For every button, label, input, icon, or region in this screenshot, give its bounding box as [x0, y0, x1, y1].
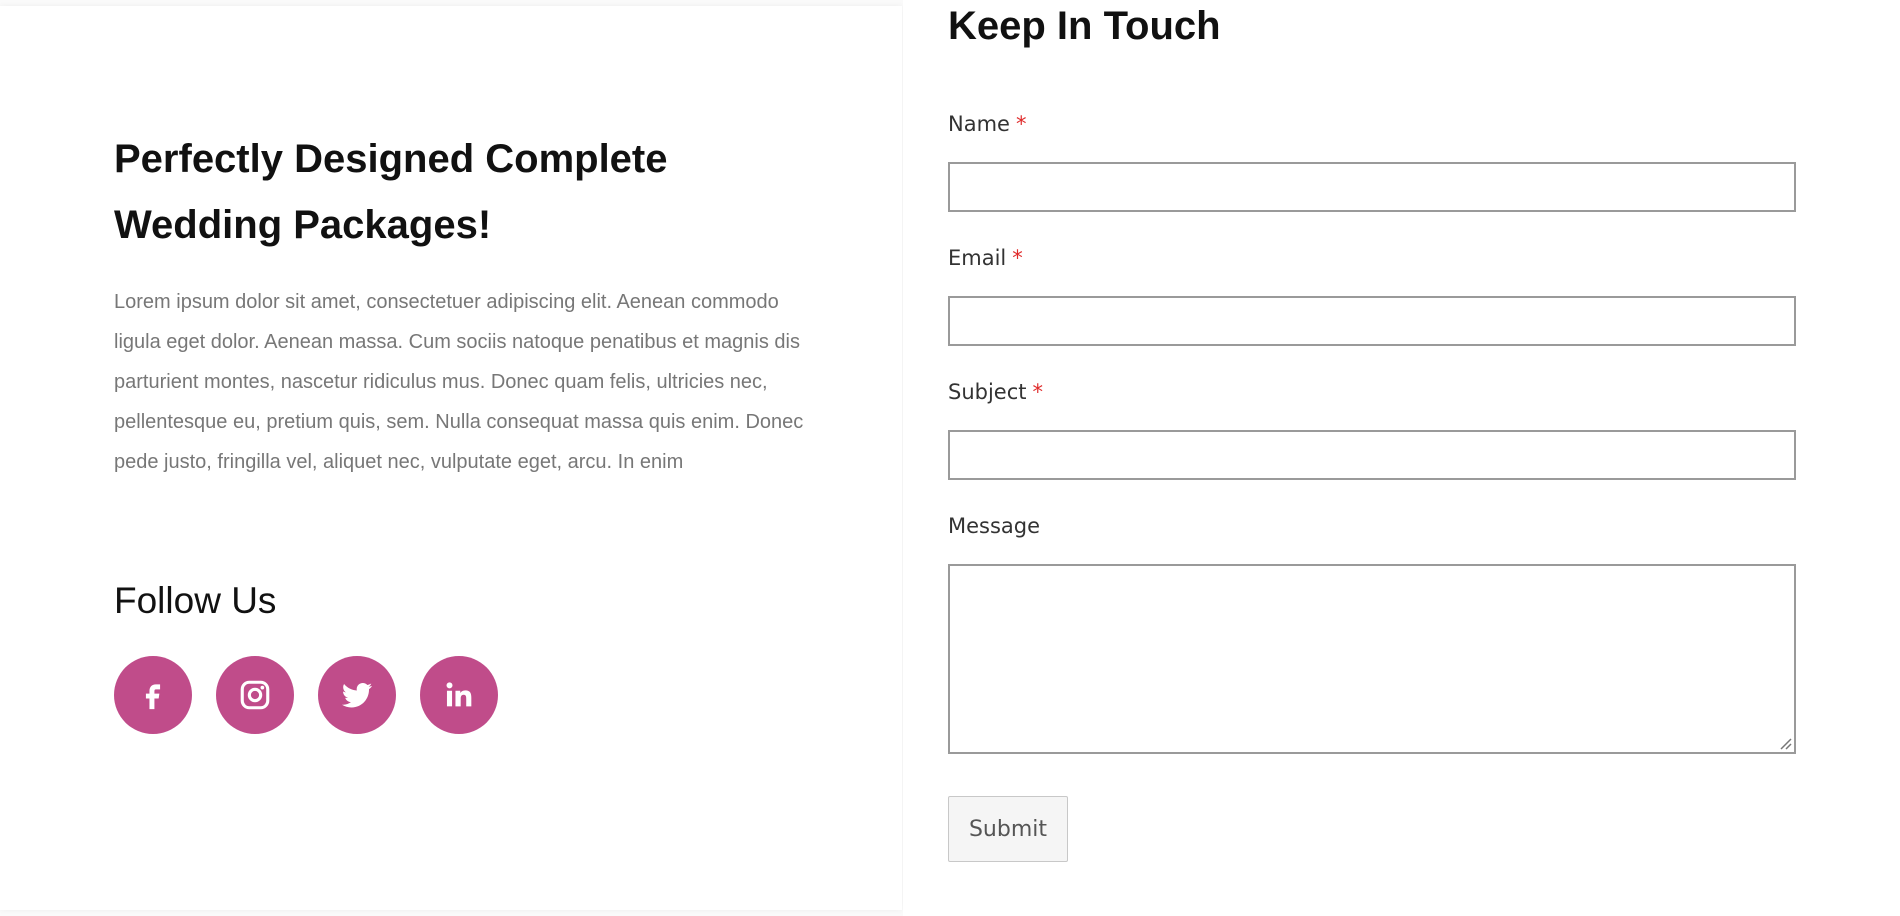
subject-input[interactable] — [948, 430, 1796, 480]
facebook-icon — [136, 678, 170, 712]
email-label-text: Email — [948, 246, 1007, 270]
message-label: Message — [948, 514, 1040, 538]
instagram-button[interactable] — [216, 656, 294, 734]
required-marker: * — [1012, 246, 1023, 270]
submit-button[interactable]: Submit — [948, 796, 1068, 862]
social-links — [114, 656, 498, 734]
message-label-text: Message — [948, 514, 1041, 538]
twitter-button[interactable] — [318, 656, 396, 734]
email-label: Email * — [948, 246, 1023, 270]
message-textarea[interactable] — [948, 564, 1796, 754]
resize-handle-icon[interactable] — [1776, 734, 1792, 750]
required-marker: * — [1032, 380, 1044, 404]
form-title: Keep In Touch — [948, 4, 1221, 48]
required-marker: * — [1015, 112, 1027, 136]
page: Perfectly Designed Complete Wedding Pack… — [0, 0, 1900, 916]
subject-label-text: Subject — [948, 380, 1027, 404]
name-label-text: Name — [948, 112, 1010, 136]
facebook-button[interactable] — [114, 656, 192, 734]
name-label: Name * — [948, 112, 1026, 136]
name-input[interactable] — [948, 162, 1796, 212]
body-paragraph: Lorem ipsum dolor sit amet, consectetuer… — [114, 291, 804, 473]
email-input[interactable] — [948, 296, 1796, 346]
twitter-icon — [339, 677, 375, 713]
follow-us-title: Follow Us — [114, 580, 277, 621]
headline: Perfectly Designed Complete Wedding Pack… — [114, 137, 668, 247]
linkedin-button[interactable] — [420, 656, 498, 734]
instagram-icon — [238, 678, 272, 712]
subject-label: Subject * — [948, 380, 1043, 404]
linkedin-icon — [442, 678, 476, 712]
